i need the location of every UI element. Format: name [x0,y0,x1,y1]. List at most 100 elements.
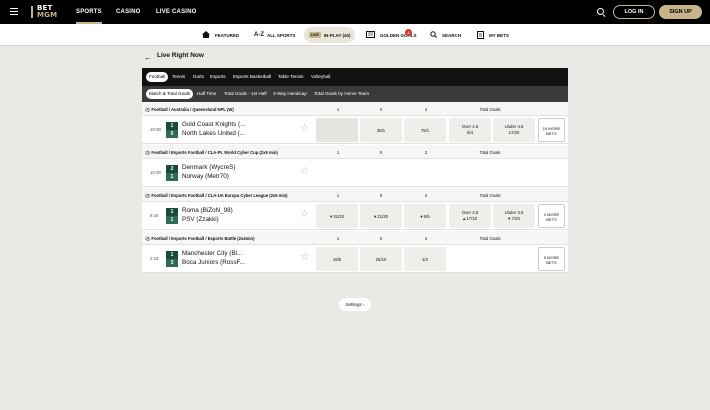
tab-darts[interactable]: Darts [190,72,207,82]
event-time: 10:39 [150,170,161,175]
nav-sports[interactable]: SPORTS [76,0,102,24]
event-time: 19:38 [150,127,161,132]
tab-football[interactable]: Football [146,72,169,82]
settings-button[interactable]: Settings › [339,298,371,311]
col-away: 2 [424,107,428,112]
nav-live-casino[interactable]: LIVE CASINO [156,0,197,24]
subnav-featured-label: FEATURED [215,32,240,38]
bet-slip-icon [477,30,484,40]
subnav-in-play-label: IN-PLAY (40) [323,32,351,38]
back-arrow-icon[interactable]: ← [144,53,152,62]
sports-subnav: FEATURED A-Z ALL SPORTS LIVE IN-PLAY (40… [0,24,710,46]
team-home[interactable]: Manchester City (Bl... [182,250,242,257]
col-home: 1 [336,193,340,198]
signup-button[interactable]: SIGN UP [659,5,702,19]
odds-draw[interactable]: 35/1 [360,118,402,142]
event-row[interactable]: 2:19 1 3 Manchester City (Bl... Boca Jun… [142,245,568,273]
event-breadcrumb[interactable]: ⚽ Football / Esports Football / CLA-PL W… [145,150,278,156]
odds-value: ▾ 31/20 [329,214,345,219]
odds-away[interactable]: ▾ 6/5 [404,204,446,228]
event-row[interactable]: 19:38 1 0 Gold Coast Knights (... North … [142,116,568,144]
market-tab-match-total-goals[interactable]: Match & Total Goals [146,89,194,99]
team-home[interactable]: Gold Coast Knights (... [182,121,245,128]
betmgm-logo[interactable]: BET MGM [31,5,61,19]
team-home[interactable]: Roma (BiZoN_98) [182,207,233,214]
logo-mark [31,6,33,18]
favourite-star-icon[interactable]: ☆ [300,210,309,220]
event-breadcrumb[interactable]: ⚽ Football / Esports Football / CLA-UA E… [145,193,288,199]
team-away[interactable]: North Lakes United (... [182,130,245,137]
home-icon [202,31,210,39]
favourite-star-icon[interactable]: ☆ [300,124,309,134]
odds-away[interactable]: 75/1 [404,118,446,142]
score-away: 1 [166,216,178,224]
over-price: 6/4 [467,130,473,135]
event-row[interactable]: 10:39 2 1 Denmark (WycreS) Norway (Metr7… [142,159,568,187]
col-home: 1 [336,236,340,241]
over-price: ▴ 17/10 [462,216,478,221]
search-icon [430,31,437,39]
odds-draw[interactable]: ▾ 21/20 [360,204,402,228]
subnav-search[interactable]: SEARCH [430,24,461,46]
golden-goals-icon [366,31,375,39]
market-tabs: Match & Total Goals Half Time Total Goal… [142,86,568,102]
odds-over[interactable]: Over 3.5 ▴ 17/10 [449,204,491,228]
score-away: 1 [166,173,178,181]
event-breadcrumb-text: Football / Esports Football / CLA-PL Wor… [151,150,278,155]
subnav-my-bets[interactable]: MY BETS [477,24,509,46]
odds-home[interactable]: ▾ 31/20 [316,204,358,228]
odds-under[interactable]: Under 4.5 17/20 [493,118,535,142]
hamburger-menu-icon[interactable] [10,8,18,15]
subnav-all-sports[interactable]: A-Z ALL SPORTS [254,24,295,46]
market-tab-half-time[interactable]: Half Time [194,89,219,99]
odds-value: ▾ 21/20 [373,214,389,219]
live-badge: LIVE [309,32,321,38]
col-draw: X [379,107,383,112]
team-away[interactable]: PSV (Zzakki) [182,216,219,223]
search-icon[interactable] [597,8,604,15]
favourite-star-icon[interactable]: ☆ [300,167,309,177]
under-line: Under 4.5 [504,124,524,129]
tab-volleyball[interactable]: Volleyball [308,72,333,82]
score-away: 0 [166,130,178,138]
odds-value: 75/1 [420,128,430,133]
favourite-star-icon[interactable]: ☆ [300,253,309,263]
col-total-goals: Total Goals [479,193,501,198]
col-away: 2 [424,236,428,241]
event-breadcrumb[interactable]: ⚽ Football / Esports Football / Esports … [145,236,254,242]
odds-value: 25/10 [375,257,387,262]
col-total-goals: Total Goals [479,107,501,112]
event-breadcrumb-text: Football / Australia / Queensland NPL (W… [151,107,234,112]
login-button[interactable]: LOG IN [613,5,655,19]
more-bets-button[interactable]: 2 MORE BETS [538,204,565,228]
tab-tennis[interactable]: Tennis [169,72,188,82]
top-bar: BET MGM SPORTS CASINO LIVE CASINO LOG IN… [0,0,710,24]
odds-away[interactable]: 1/2 [404,247,446,271]
subnav-in-play-content[interactable]: LIVE IN-PLAY (40) [309,24,351,46]
event-header: ⚽ Football / Esports Football / CLA-UA E… [142,188,568,202]
event-row[interactable]: 8:40 1 1 Roma (BiZoN_98) PSV (Zzakki) ☆ … [142,202,568,230]
team-away[interactable]: Boca Juniors (RossF... [182,259,245,266]
odds-home[interactable]: 16/5 [316,247,358,271]
more-bets-button[interactable]: 19 MORE BETS [538,118,565,142]
odds-under[interactable]: Under 3.5 ▾ 7/20 [493,204,535,228]
market-tab-total-goals-1st-half[interactable]: Total Goals - 1st Half [221,89,270,99]
team-away[interactable]: Norway (Metr70) [182,173,229,180]
tab-table-tennis[interactable]: Table Tennis [275,72,306,82]
team-home[interactable]: Denmark (WycreS) [182,164,235,171]
col-total-goals: Total Goals [479,150,501,155]
event-breadcrumb[interactable]: ⚽ Football / Australia / Queensland NPL … [145,107,234,113]
odds-value: ▾ 6/5 [420,214,430,219]
odds-draw[interactable]: 25/10 [360,247,402,271]
col-draw: X [379,193,383,198]
score-home: 2 [166,165,178,173]
odds-over[interactable]: Over 4.5 6/4 [449,118,491,142]
tab-esports[interactable]: Esports [207,72,229,82]
market-tab-total-goals-home[interactable]: Total Goals by Home Team [311,89,372,99]
nav-casino[interactable]: CASINO [116,0,141,24]
subnav-featured[interactable]: FEATURED [202,24,239,46]
tab-esports-basketball[interactable]: Esports Basketball [230,72,274,82]
more-bets-button[interactable]: 5 MORE BETS [538,247,565,271]
market-tab-3-way-handicap[interactable]: 3-Way Handicap [270,89,310,99]
col-total-goals: Total Goals [479,236,501,241]
